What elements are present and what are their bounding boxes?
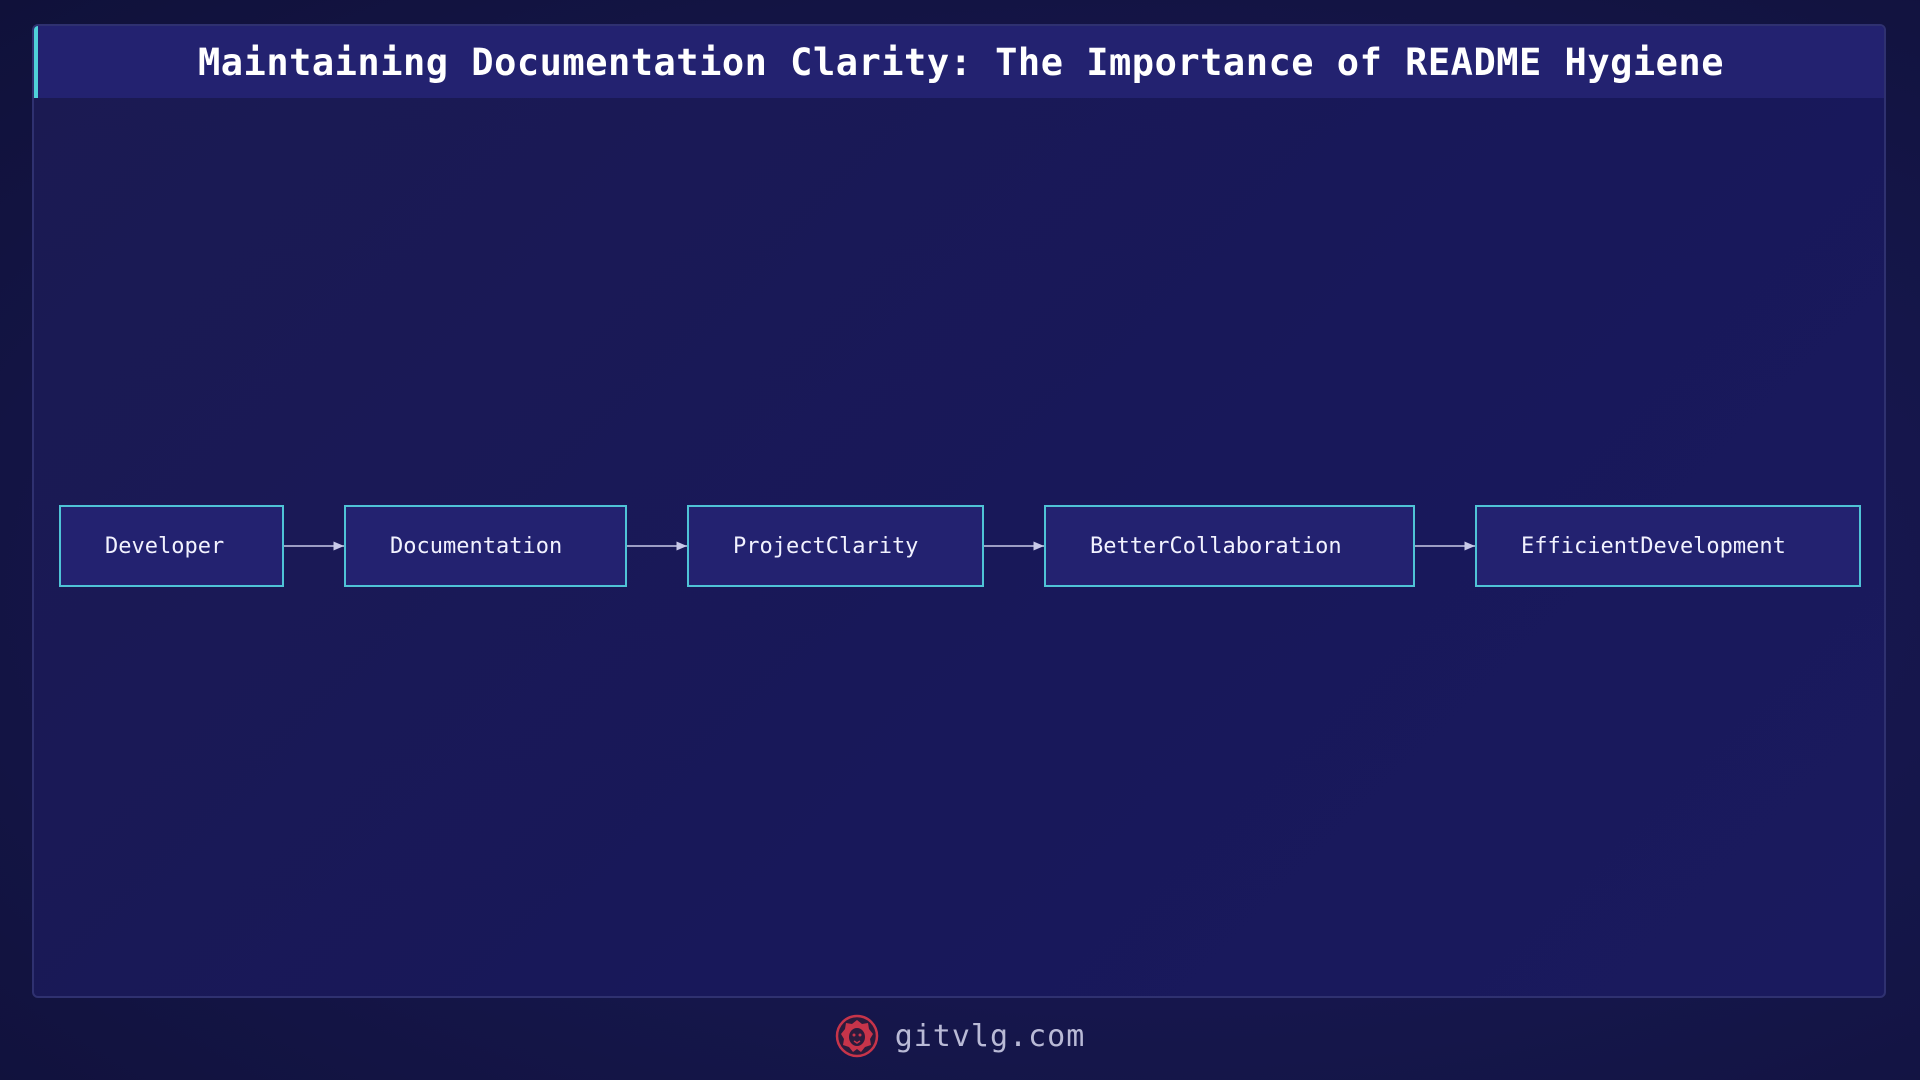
flow-diagram: Developer Documentation ProjectClarity B… — [0, 0, 1920, 1080]
node-label: Developer — [105, 533, 225, 559]
node-better-collaboration: BetterCollaboration — [1044, 505, 1415, 587]
node-documentation: Documentation — [344, 505, 627, 587]
site-link[interactable]: gitvlg.com — [895, 1019, 1086, 1054]
node-efficient-development: EfficientDevelopment — [1475, 505, 1861, 587]
node-label: EfficientDevelopment — [1521, 533, 1786, 559]
node-project-clarity: ProjectClarity — [687, 505, 984, 587]
lion-head-icon — [835, 1014, 878, 1058]
node-label: BetterCollaboration — [1090, 533, 1342, 559]
node-label: ProjectClarity — [733, 533, 919, 559]
node-label: Documentation — [390, 533, 563, 559]
footer: gitvlg.com — [0, 1012, 1920, 1060]
node-developer: Developer — [59, 505, 284, 587]
